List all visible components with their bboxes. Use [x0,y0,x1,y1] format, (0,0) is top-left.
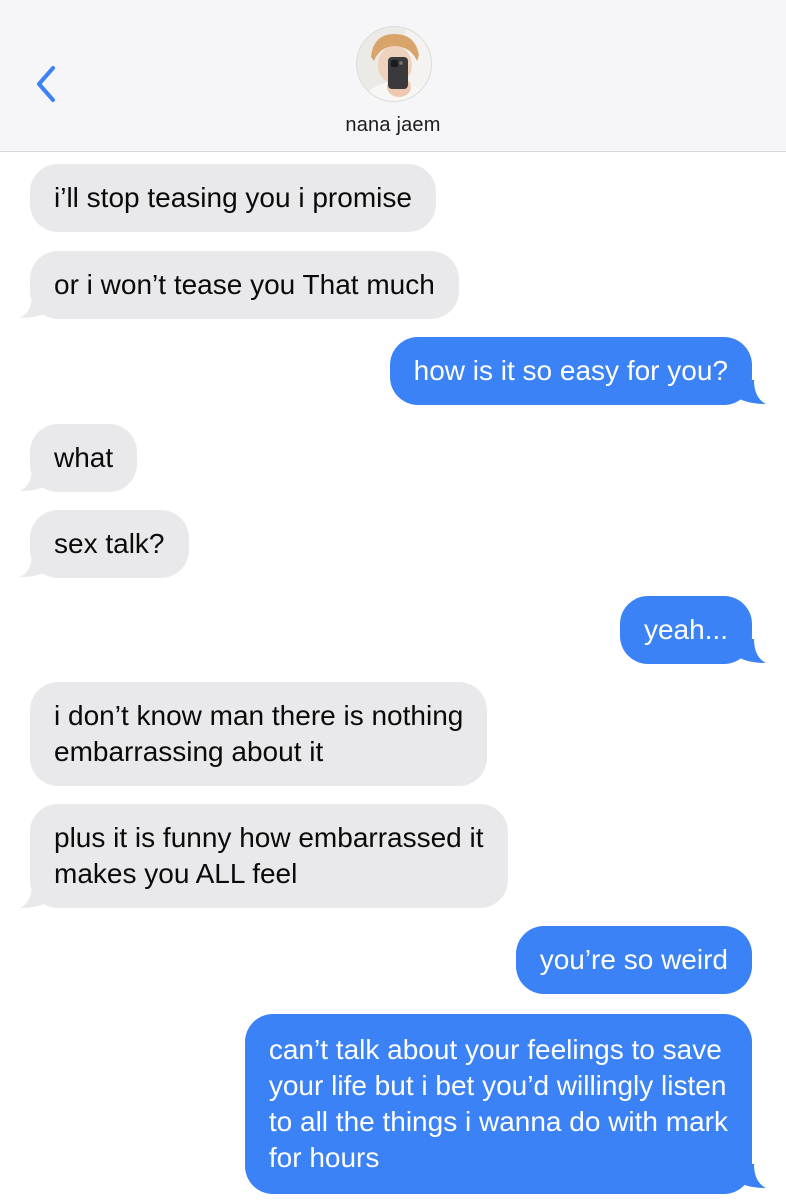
message-text: your life but i bet you’d willingly list… [268,1070,727,1101]
incoming-message-bubble[interactable]: i don’t know man there is nothing embarr… [30,682,488,786]
outgoing-bubble-tail [738,639,766,663]
message-text: embarrassing about it [54,736,324,767]
message-text: or i won’t tease you That much [54,269,435,300]
message-text: how is it so easy for you? [413,355,728,386]
conversation-header: nana jaem [0,0,786,152]
incoming-bubble-tail [20,553,48,577]
incoming-bubble-tail [20,294,48,318]
message-text: you’re so weird [539,944,728,975]
incoming-bubble-tail [20,467,48,491]
outgoing-message-bubble[interactable]: can’t talk about your feelings to save y… [244,1014,752,1194]
message-text: for hours [268,1142,380,1173]
message-text: i’ll stop teasing you i promise [54,182,412,213]
outgoing-bubble-tail [738,380,766,404]
message-text: makes you ALL feel [54,858,298,889]
avatar-photo [357,27,431,101]
message-text: plus it is funny how embarrassed it [54,822,484,853]
message-text: what [54,442,114,473]
outgoing-message-bubble[interactable]: how is it so easy for you? [389,337,752,405]
message-text: yeah... [643,614,728,645]
incoming-message-bubble[interactable]: i’ll stop teasing you i promise [30,164,436,232]
incoming-bubble-tail [20,884,48,908]
incoming-message-bubble[interactable]: plus it is funny how embarrassed it make… [30,804,508,908]
message-text: can’t talk about your feelings to save [268,1034,722,1065]
outgoing-message-bubble[interactable]: yeah... [619,596,752,664]
message-text: to all the things i wanna do with mark [268,1106,728,1137]
incoming-message-bubble[interactable]: or i won’t tease you That much [30,251,459,319]
outgoing-message-bubble[interactable]: you’re so weird [515,926,752,994]
contact-avatar[interactable] [356,26,432,102]
back-button[interactable] [28,62,64,106]
message-text: sex talk? [54,528,165,559]
messages-screen: nana jaem i’ll stop teasing you i promis… [0,0,786,1200]
outgoing-bubble-tail [738,1164,766,1188]
contact-name[interactable]: nana jaem [0,114,786,137]
message-text: i don’t know man there is nothing [54,700,464,731]
message-list: i’ll stop teasing you i promise or i won… [0,152,786,1200]
incoming-message-bubble[interactable]: sex talk? [30,510,189,578]
chevron-left-icon [37,66,55,102]
